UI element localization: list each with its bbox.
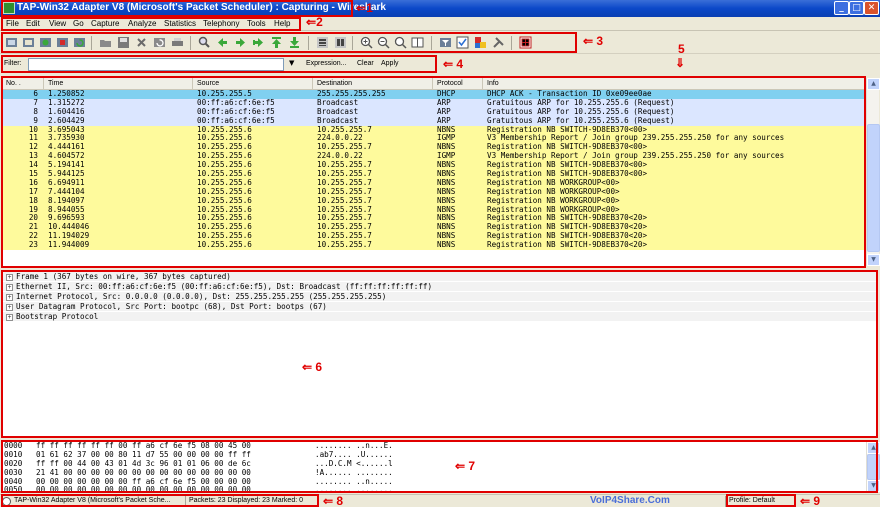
callout-arrow-7: ⇐ 7: [455, 459, 476, 473]
callout-box-bytes: [1, 440, 878, 493]
callout-box-details: [1, 270, 878, 438]
callout-box-toolbar: [1, 32, 577, 53]
callout-arrow-8: ⇐ 8: [323, 494, 344, 507]
callout-label-7: 7: [468, 459, 476, 473]
callout-label-5-wrap: 5: [678, 42, 685, 56]
callout-arrow-4: ⇐ 4: [443, 57, 464, 71]
callout-arrow-9: ⇐ 9: [800, 494, 821, 507]
callout-arrow-6: ⇐ 6: [302, 360, 323, 374]
callout-label-9: 9: [813, 494, 821, 507]
scroll-thumb[interactable]: [867, 124, 880, 252]
callout-box-packet-list: [1, 76, 866, 268]
callout-label-3: 3: [596, 34, 604, 48]
callout-box-profile: [726, 494, 796, 507]
callout-box-title: [1, 0, 353, 17]
callout-label-4: 4: [456, 57, 464, 71]
callout-label-2: 2: [316, 15, 323, 29]
packet-list-scrollbar[interactable]: ▲ ▼: [866, 78, 880, 266]
callout-label-5: 5: [678, 42, 685, 56]
maximize-button[interactable]: □: [849, 1, 864, 15]
callout-box-menu: [1, 17, 301, 31]
callout-arrow-5: ⇓: [675, 56, 686, 70]
callout-box-filter: [1, 55, 437, 73]
callout-label-1: 1: [366, 1, 373, 15]
callout-label-6: 6: [315, 360, 323, 374]
callout-arrow-2: ⇐2: [306, 15, 323, 29]
minimize-button[interactable]: _: [834, 1, 849, 15]
close-button[interactable]: ✕: [864, 1, 879, 15]
callout-arrow-1: ⇐1: [356, 1, 373, 15]
watermark: VoIP4Share.Com: [590, 495, 670, 506]
callout-arrow-3: ⇐ 3: [583, 34, 604, 48]
scroll-up-icon[interactable]: ▲: [867, 78, 880, 90]
scroll-down-icon[interactable]: ▼: [867, 254, 880, 266]
callout-box-status: [1, 494, 319, 507]
callout-label-8: 8: [336, 494, 344, 507]
